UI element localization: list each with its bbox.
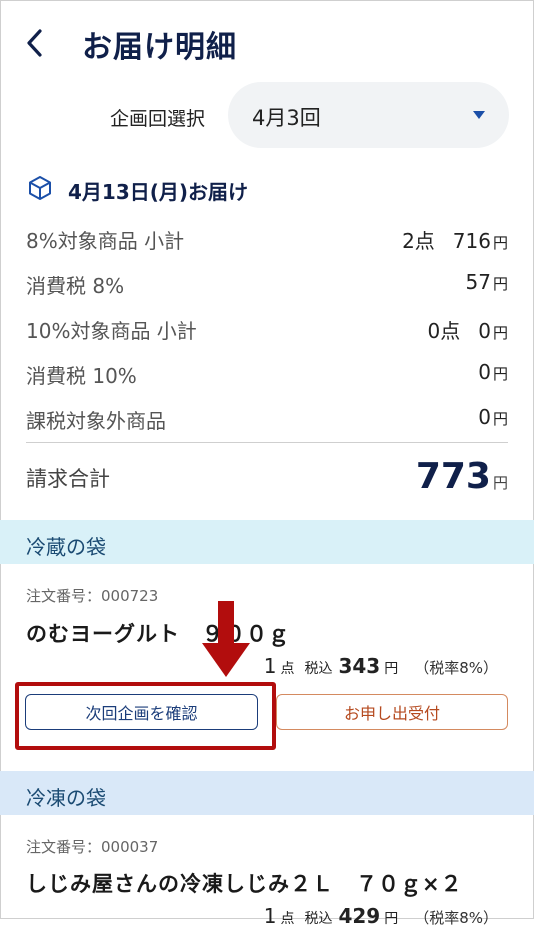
summary-row-amount: 57 [465,270,491,294]
summary-row-count: 2点 [402,229,435,253]
yen-unit: 円 [492,324,508,342]
summary-row-label: 消費税 8% [26,274,125,298]
summary-row-value: 0円 [478,360,508,384]
total-value: 773 円 [416,456,508,497]
summary-row-value: 0円 [478,405,508,429]
header: お届け明細 [0,0,534,86]
price-unit: 円 [384,911,399,927]
package-icon [29,176,51,200]
summary-row-value: 57 円 [466,270,508,294]
summary-row-label: 課税対象外商品 [26,409,166,433]
delivery-date: 4月13日(月)お届け [68,180,249,204]
order-number: 注文番号：000723 [26,587,159,605]
order-number: 注文番号：000037 [26,838,159,856]
total-amount: 773 [415,456,491,497]
summary-row-label: 消費税 10% [26,364,137,388]
product-name[interactable]: しじみ屋さんの冷凍しじみ２Ｌ ７０ｇ×２ [26,868,463,898]
tax-label: 税込 [304,911,333,927]
summary-divider [26,442,508,443]
tax-label: 税込 [304,661,333,677]
summary-row-count: 0点 [427,319,461,343]
product-name[interactable]: のむヨーグルト ９００ｇ [26,618,290,648]
page-title: お届け明細 [82,30,237,65]
price-unit: 円 [384,661,399,677]
price: 343 [338,654,381,678]
yen-unit: 円 [492,234,508,252]
apply-button[interactable]: お申し出受付 [276,694,508,730]
product-qty-price: 1 点税込 429 円 （税率8%） [264,904,498,928]
product-qty-price: 1 点税込 343 円 （税率8%） [264,654,498,678]
summary-row-value: 0点 0 円 [428,315,508,344]
qty-count: 1 [263,654,277,678]
plan-select-value: 4月3回 [252,106,321,130]
qty-unit: 点 [280,661,295,677]
bag-header-cold: 冷蔵の袋 [0,520,534,564]
summary-row-amount: 716 [452,229,491,253]
summary-row-amount: 0 [478,405,491,429]
plan-select-label: 企画回選択 [110,108,206,130]
summary-row-amount: 0 [478,360,491,384]
caret-down-icon [473,111,485,119]
summary-row-label: 10%対象商品 小計 [26,319,197,343]
annotation-highlight-box [15,682,276,750]
summary-row-amount: 0 [478,319,491,343]
qty-unit: 点 [280,911,295,927]
yen-unit: 円 [492,410,508,428]
summary-row-label: 8%対象商品 小計 [26,229,185,253]
qty-count: 1 [263,904,277,928]
plan-select[interactable]: 4月3回 [228,82,509,148]
tax-rate: （税率8%） [414,659,498,677]
yen-unit: 円 [492,474,508,492]
annotation-arrow-icon [202,643,250,677]
bag-title: 冷凍の袋 [26,786,106,810]
tax-rate: （税率8%） [414,909,498,927]
total-label: 請求合計 [26,467,110,491]
summary-row-value: 2点 716 円 [402,225,508,254]
yen-unit: 円 [492,275,508,293]
bag-title: 冷蔵の袋 [26,535,106,559]
yen-unit: 円 [492,365,508,383]
annotation-arrow-shaft [218,601,234,645]
chevron-left-icon[interactable] [22,26,48,60]
bag-header-frozen: 冷凍の袋 [0,771,534,815]
price: 429 [338,904,381,928]
